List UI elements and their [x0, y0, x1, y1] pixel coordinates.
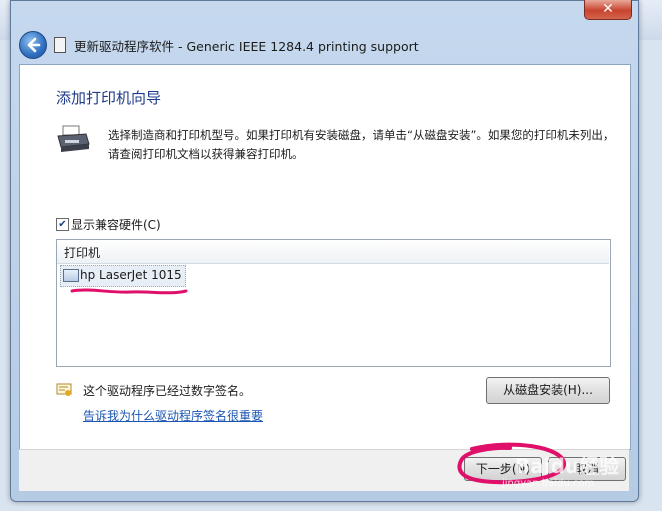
close-button[interactable]: ✕ — [584, 0, 632, 20]
list-column-header-label: 打印机 — [64, 246, 101, 260]
signature-info-link[interactable]: 告诉我为什么驱动程序签名很重要 — [83, 407, 263, 424]
printer-model-icon — [63, 269, 79, 282]
back-arrow-icon — [27, 37, 41, 53]
show-compatible-label[interactable]: 显示兼容硬件(C) — [71, 216, 161, 233]
driver-file-icon — [54, 37, 66, 53]
watermark-url: jingyan.baidu.com — [502, 478, 595, 489]
list-item-label[interactable]: hp LaserJet 1015 — [80, 268, 182, 282]
baidu-watermark: Baidu经验 — [515, 454, 620, 478]
wizard-description: 选择制造商和打印机型号。如果打印机有安装磁盘，请单击“从磁盘安装”。如果您的打印… — [108, 128, 615, 161]
have-disk-button[interactable]: 从磁盘安装(H)... — [486, 377, 610, 404]
show-compatible-checkbox[interactable]: ✔ — [56, 218, 69, 231]
certificate-icon — [56, 383, 72, 396]
close-icon: ✕ — [602, 1, 614, 17]
red-underline-annotation — [70, 288, 188, 295]
list-column-header[interactable] — [57, 240, 609, 264]
page-title: 添加打印机向导 — [56, 89, 162, 107]
window-title: 更新驱动程序软件 - Generic IEEE 1284.4 printing … — [74, 39, 419, 54]
check-icon: ✔ — [58, 219, 67, 230]
back-button[interactable] — [19, 31, 47, 59]
signature-status-text: 这个驱动程序已经过数字签名。 — [83, 384, 252, 398]
printer-icon — [57, 125, 90, 152]
